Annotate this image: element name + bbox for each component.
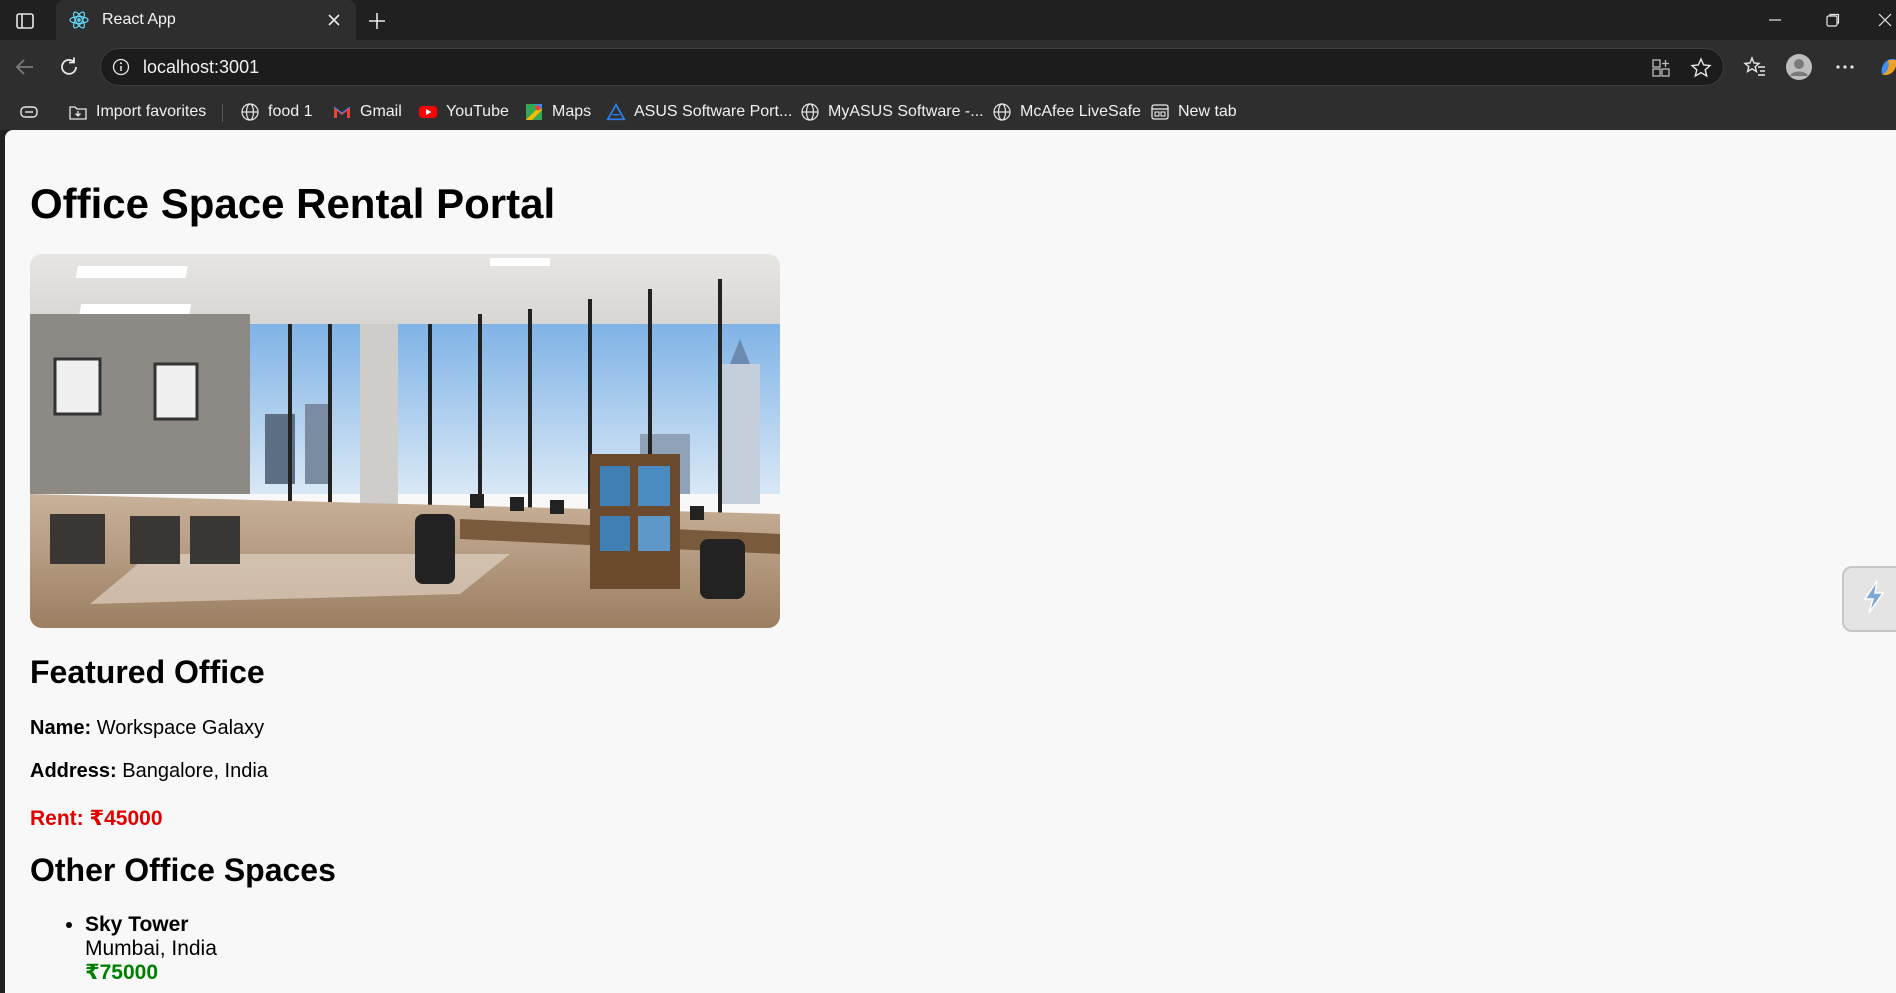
bookmark-food-1[interactable]: food 1 (240, 100, 312, 124)
browser-toolbar: localhost:3001 (0, 40, 1896, 94)
name-label: Name: (30, 717, 92, 739)
tab-strip: React App (0, 0, 1896, 40)
new-tab-button[interactable] (364, 8, 390, 34)
bookmark-divider (222, 104, 223, 122)
address-label: Address: (30, 760, 117, 782)
office-image (30, 254, 780, 628)
featured-rent: Rent: ₹45000 (30, 806, 163, 831)
sidebar-launcher-button[interactable] (1842, 566, 1896, 632)
bookmark-label: YouTube (446, 103, 509, 120)
bookmark-label: Import favorites (96, 103, 207, 120)
other-offices-heading: Other Office Spaces (30, 852, 336, 888)
bookmark-label: New tab (1178, 103, 1237, 120)
copilot-icon[interactable] (1874, 52, 1896, 82)
bookmark-maps[interactable]: Maps (524, 100, 591, 124)
featured-name: Name: Workspace Galaxy (30, 717, 264, 740)
bookmarks-menu-icon[interactable] (18, 100, 40, 124)
back-icon[interactable] (10, 52, 40, 82)
restore-icon[interactable] (1810, 6, 1856, 34)
asus-icon (606, 102, 626, 122)
office-list: Sky Tower Mumbai, India ₹75000 (55, 913, 217, 985)
bookmark-label: MyASUS Software -... (828, 103, 984, 120)
featured-address: Address: Bangalore, India (30, 760, 268, 783)
office-price: ₹75000 (85, 961, 159, 984)
refresh-icon[interactable] (54, 52, 84, 82)
tab-title: React App (102, 11, 176, 28)
globe-icon (800, 102, 820, 122)
maps-icon (524, 102, 544, 122)
new-tab-page-icon (1150, 102, 1170, 122)
list-item: Sky Tower Mumbai, India ₹75000 (85, 913, 217, 985)
gmail-icon (332, 102, 352, 122)
close-icon[interactable] (322, 8, 346, 32)
bookmark-label: McAfee LiveSafe (1020, 103, 1141, 120)
address-bar[interactable]: localhost:3001 (100, 48, 1724, 86)
bookmark-label: Gmail (360, 103, 402, 120)
bookmark-mcafee-livesafe[interactable]: McAfee LiveSafe (992, 100, 1141, 124)
office-address: Mumbai, India (85, 937, 217, 960)
bookmark-youtube[interactable]: YouTube (418, 100, 509, 124)
bookmark-new-tab[interactable]: New tab (1150, 100, 1237, 124)
bookmarks-bar: Import favorites food 1 Gmail YouTube Ma… (0, 94, 1896, 130)
bookmark-label: ASUS Software Port... (634, 103, 793, 120)
avatar[interactable] (1784, 52, 1814, 82)
office-name: Sky Tower (85, 913, 189, 936)
youtube-icon (418, 102, 438, 122)
bookmark-label: food 1 (268, 103, 313, 120)
site-info-icon[interactable] (111, 57, 131, 77)
globe-icon (992, 102, 1012, 122)
bookmark-asus-software-portal[interactable]: ASUS Software Port... (606, 100, 792, 124)
rent-value: ₹45000 (89, 807, 163, 830)
favorites-icon[interactable] (1740, 52, 1770, 82)
bookmark-label: Maps (552, 103, 592, 120)
import-favorites-icon (68, 102, 88, 122)
page-title: Office Space Rental Portal (30, 180, 556, 227)
bookmark-myasus-software[interactable]: MyASUS Software -... (800, 100, 984, 124)
globe-icon (240, 102, 260, 122)
tab-react-app[interactable]: React App (56, 0, 356, 40)
minimize-icon[interactable] (1752, 6, 1798, 34)
office-name: Workspace Galaxy (96, 717, 265, 739)
react-icon (68, 9, 90, 31)
page-viewport: Office Space Rental Portal Featured Offi… (5, 130, 1896, 993)
url-text[interactable]: localhost:3001 (143, 57, 259, 78)
featured-office-heading: Featured Office (30, 654, 265, 690)
tab-actions-icon[interactable] (10, 8, 40, 34)
bookmark-import-favorites[interactable]: Import favorites (68, 100, 206, 124)
star-icon[interactable] (1689, 56, 1713, 80)
app-available-icon[interactable] (1649, 56, 1673, 80)
rent-label: Rent: (30, 807, 84, 830)
lightning-icon (1859, 579, 1889, 620)
window-close-icon[interactable] (1862, 6, 1896, 34)
bookmark-gmail[interactable]: Gmail (332, 100, 402, 124)
more-options-icon[interactable] (1830, 52, 1860, 82)
office-address: Bangalore, India (122, 760, 268, 782)
